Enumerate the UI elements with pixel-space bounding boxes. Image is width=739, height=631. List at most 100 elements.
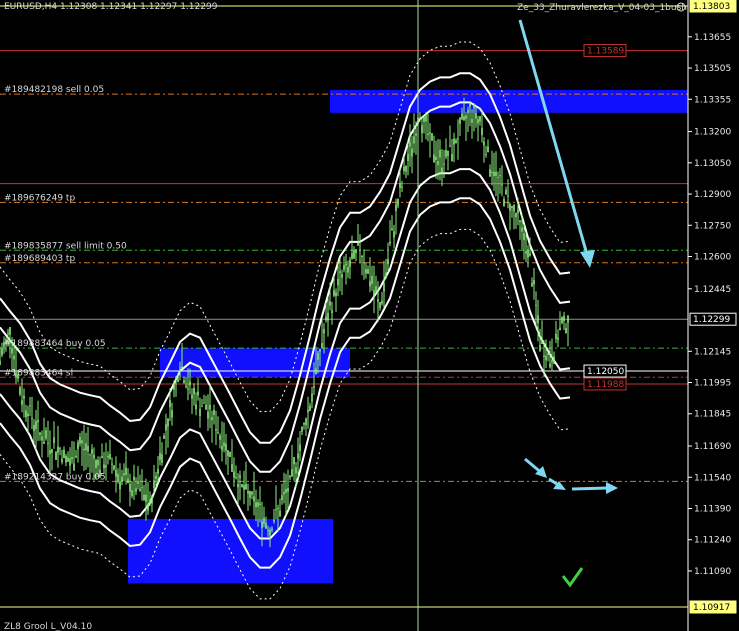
candle-body xyxy=(123,473,125,476)
candle-body xyxy=(185,385,187,388)
tick-label-11: 1.11845 xyxy=(694,410,731,420)
candle-body xyxy=(485,153,487,155)
candle-body xyxy=(353,250,355,259)
price-chart[interactable]: #189482198 sell 0.05 #189676249 tp #189835… xyxy=(0,0,739,631)
candle-body xyxy=(263,517,265,524)
candle-body xyxy=(469,102,471,107)
candle-body xyxy=(139,488,141,491)
tick-label-8: 1.12445 xyxy=(694,285,731,295)
candle-body xyxy=(21,400,23,405)
order-label-0: #189482198 sell 0.05 xyxy=(4,85,104,95)
candle-body xyxy=(247,491,249,494)
candle-body xyxy=(465,115,467,119)
candle-body xyxy=(537,315,539,324)
price-box-label: 1.10917 xyxy=(693,603,730,613)
candle-body xyxy=(385,272,387,279)
candle-body xyxy=(565,328,567,334)
candle-body xyxy=(479,116,481,122)
candle-body xyxy=(343,265,345,270)
candle-body xyxy=(317,352,319,360)
candle-body xyxy=(145,494,147,502)
candle-body xyxy=(89,454,91,456)
candle-body xyxy=(245,484,247,490)
order-label-4: #189883464 buy 0.05 xyxy=(4,339,106,349)
candle-body xyxy=(307,409,309,413)
candle-body xyxy=(521,227,523,232)
candle-body xyxy=(249,490,251,498)
candle-body xyxy=(131,490,133,496)
tick-label-3: 1.13200 xyxy=(694,128,731,138)
tick-label-15: 1.11240 xyxy=(694,536,731,546)
candle-body xyxy=(163,435,165,439)
candle-body xyxy=(341,274,343,278)
candle-body xyxy=(433,154,435,163)
candle-body xyxy=(107,455,109,458)
candle-body xyxy=(397,198,399,206)
candle-body xyxy=(335,292,337,296)
candle-body xyxy=(393,231,395,238)
candle-body xyxy=(395,204,397,211)
candle-body xyxy=(69,458,71,466)
tick-label-16: 1.11090 xyxy=(694,567,731,577)
candle-body xyxy=(561,316,563,323)
tick-label-6: 1.12750 xyxy=(694,221,731,231)
candle-body xyxy=(199,408,201,417)
candle-body xyxy=(209,404,211,410)
candle-body xyxy=(365,269,367,274)
tick-label-2: 1.13355 xyxy=(694,95,731,105)
candle-body xyxy=(27,413,29,416)
candle-body xyxy=(55,452,57,460)
candle-body xyxy=(499,175,501,177)
candle-body xyxy=(455,140,457,144)
candle-body xyxy=(25,410,27,418)
candle-body xyxy=(19,387,21,395)
candle-body xyxy=(265,522,267,529)
tick-label-0: 1.13655 xyxy=(694,33,731,43)
candle-body xyxy=(459,117,461,124)
candle-body xyxy=(527,249,529,258)
candle-body xyxy=(519,220,521,222)
candle-body xyxy=(223,442,225,447)
candle-body xyxy=(173,382,175,390)
candle-body xyxy=(489,169,491,177)
candle-body xyxy=(283,491,285,495)
candle-body xyxy=(125,467,127,475)
candle-body xyxy=(503,199,505,207)
candle-body xyxy=(315,368,317,375)
candle-body xyxy=(373,290,375,297)
candle-body xyxy=(181,366,183,369)
candle-body xyxy=(47,442,49,444)
lower-zone xyxy=(128,518,333,584)
candle-body xyxy=(37,419,39,423)
candle-body xyxy=(531,282,533,287)
candle-body xyxy=(97,460,99,466)
candle-body xyxy=(43,441,45,444)
candle-body xyxy=(133,476,135,481)
price-box-current: 1.12299 xyxy=(689,312,737,326)
candle-body xyxy=(381,300,383,304)
candle-body xyxy=(103,464,105,469)
candle-body xyxy=(219,435,221,440)
candle-body xyxy=(227,450,229,457)
candle-body xyxy=(421,125,423,134)
candle-body xyxy=(9,327,11,335)
candle-body xyxy=(201,406,203,408)
candle-body xyxy=(401,186,403,188)
candle-body xyxy=(515,212,517,218)
candle-body xyxy=(169,400,171,407)
candle-body xyxy=(177,379,179,383)
candle-body xyxy=(49,450,51,455)
candle-body xyxy=(85,443,87,451)
candle-body xyxy=(105,465,107,468)
candle-body xyxy=(155,475,157,479)
candle-body xyxy=(543,355,545,357)
candle-body xyxy=(431,133,433,141)
candle-body xyxy=(487,146,489,153)
candle-body xyxy=(299,444,301,452)
tick-label-5: 1.12900 xyxy=(694,190,731,200)
candle-body xyxy=(517,209,519,214)
candle-body xyxy=(287,488,289,492)
candle-body xyxy=(533,280,535,285)
candle-body xyxy=(63,449,65,459)
candle-body xyxy=(65,456,67,463)
